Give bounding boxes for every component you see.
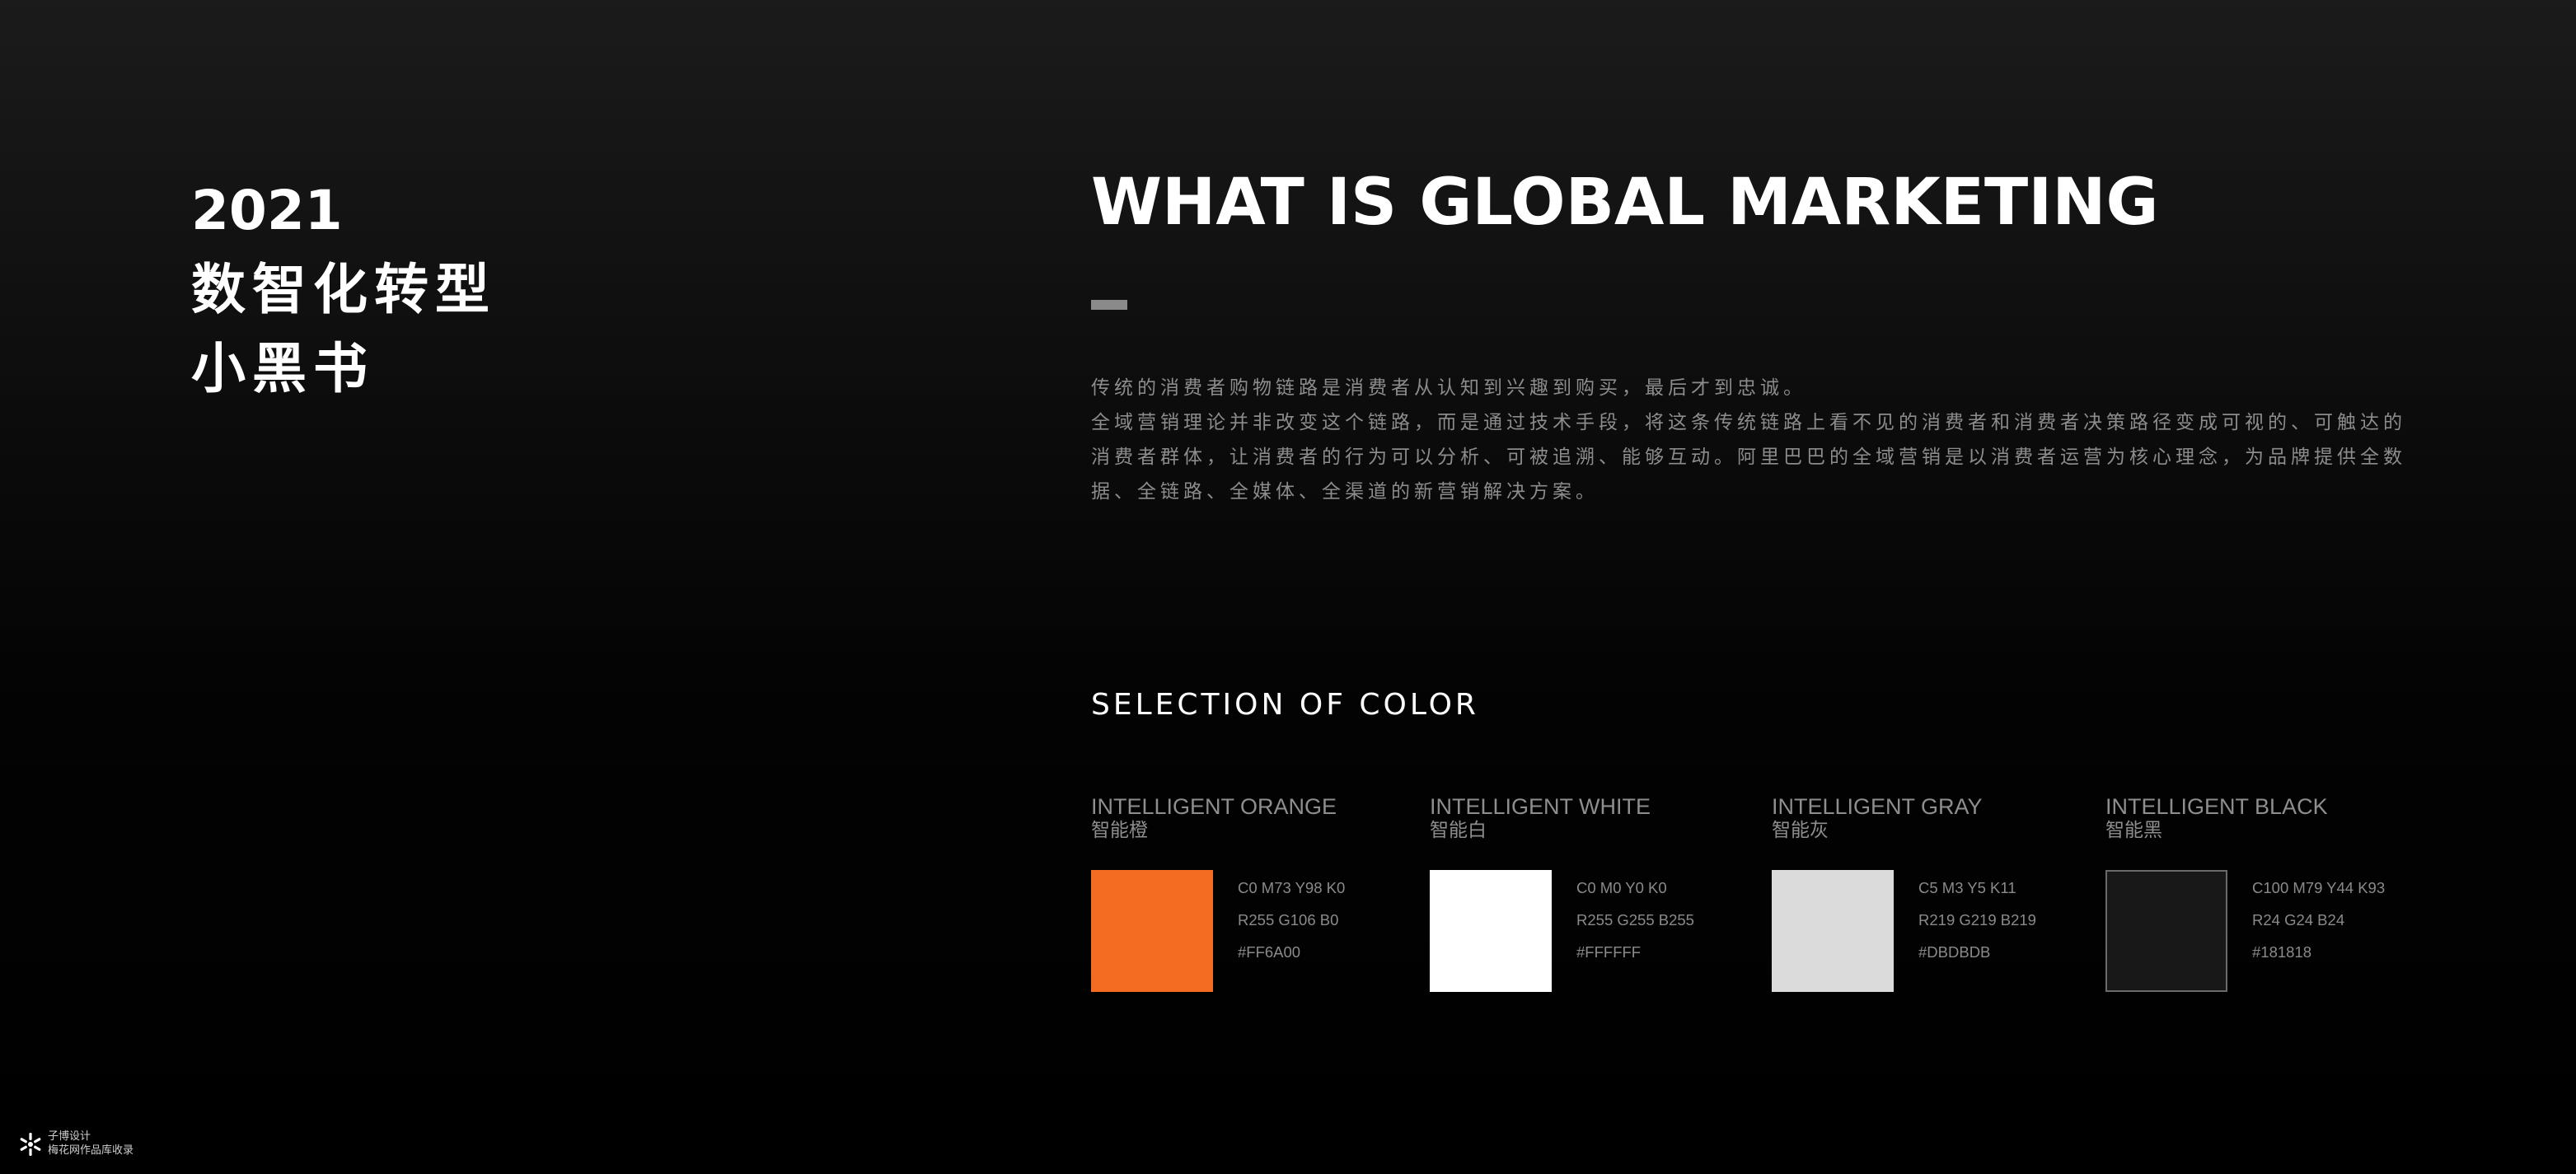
cover-title-line2: 小黑书: [191, 337, 374, 400]
footer-credit: 子博设计 梅花网作品库收录: [48, 1130, 133, 1158]
swatch-codes: C0 M0 Y0 K0 R255 G255 B255 #FFFFFF: [1576, 872, 1694, 968]
swatch-rgb: R24 G24 B24: [2252, 911, 2345, 928]
intro-paragraph-2: 全域营销理论并非改变这个链路，而是通过技术手段，将这条传统链路上看不见的消费者和…: [1091, 412, 2406, 503]
swatch-name-cn: 智能灰: [1772, 820, 1829, 841]
swatch-name: INTELLIGENT WHITE: [1430, 794, 1651, 819]
page-heading: WHAT IS GLOBAL MARKETING: [1091, 166, 2159, 240]
color-chip: [1772, 870, 1894, 992]
swatch-gray: INTELLIGENT GRAY 智能灰 C5 M3 Y5 K11 R219 G…: [1772, 794, 2036, 992]
cover-title: 2021 数智化转型 小黑书: [191, 171, 496, 409]
swatch-codes: C100 M79 Y44 K93 R24 G24 B24 #181818: [2252, 872, 2385, 968]
swatch-name: INTELLIGENT BLACK: [2105, 794, 2328, 819]
swatch-black: INTELLIGENT BLACK 智能黑 C100 M79 Y44 K93 R…: [2105, 794, 2385, 992]
color-chip: [2105, 870, 2227, 992]
swatch-rgb: R255 G255 B255: [1576, 911, 1694, 928]
swatch-cmyk: C0 M0 Y0 K0: [1576, 879, 1667, 896]
swatch-name: INTELLIGENT ORANGE: [1091, 794, 1337, 819]
cover-year: 2021: [191, 179, 343, 242]
swatch-name: INTELLIGENT GRAY: [1772, 794, 1983, 819]
swatch-hex: #181818: [2252, 943, 2312, 961]
intro-paragraph-1: 传统的消费者购物链路是消费者从认知到兴趣到购买，最后才到忠诚。: [1091, 377, 1806, 399]
swatch-cmyk: C5 M3 Y5 K11: [1918, 879, 2016, 896]
swatch-name-cn: 智能黑: [2105, 820, 2162, 841]
swatch-codes: C5 M3 Y5 K11 R219 G219 B219 #DBDBDB: [1918, 872, 2036, 968]
heading-divider: [1091, 300, 1127, 310]
swatch-hex: #FFFFFF: [1576, 943, 1642, 961]
color-chip: [1430, 870, 1552, 992]
swatch-rgb: R219 G219 B219: [1918, 911, 2036, 928]
swatch-white: INTELLIGENT WHITE 智能白 C0 M0 Y0 K0 R255 G…: [1430, 794, 1694, 992]
color-section-title: SELECTION OF COLOR: [1091, 688, 1479, 722]
intro-text: 传统的消费者购物链路是消费者从认知到兴趣到购买，最后才到忠诚。 全域营销理论并非…: [1091, 371, 2413, 509]
snowflake-logo-icon: [20, 1133, 41, 1156]
swatch-hex: #DBDBDB: [1918, 943, 1991, 961]
cover-title-line1: 数智化转型: [191, 258, 496, 321]
footer-brand: 子博设计: [48, 1130, 91, 1143]
swatch-cmyk: C100 M79 Y44 K93: [2252, 879, 2386, 896]
swatch-codes: C0 M73 Y98 K0 R255 G106 B0 #FF6A00: [1238, 872, 1345, 968]
swatch-hex: #FF6A00: [1238, 943, 1301, 961]
swatch-orange: INTELLIGENT ORANGE 智能橙 C0 M73 Y98 K0 R25…: [1091, 794, 1345, 992]
swatch-cmyk: C0 M73 Y98 K0: [1238, 879, 1346, 896]
swatch-name-cn: 智能白: [1430, 820, 1487, 841]
color-chip: [1091, 870, 1213, 992]
swatch-rgb: R255 G106 B0: [1238, 911, 1339, 928]
swatch-name-cn: 智能橙: [1091, 820, 1148, 841]
footer-note: 梅花网作品库收录: [48, 1144, 134, 1157]
